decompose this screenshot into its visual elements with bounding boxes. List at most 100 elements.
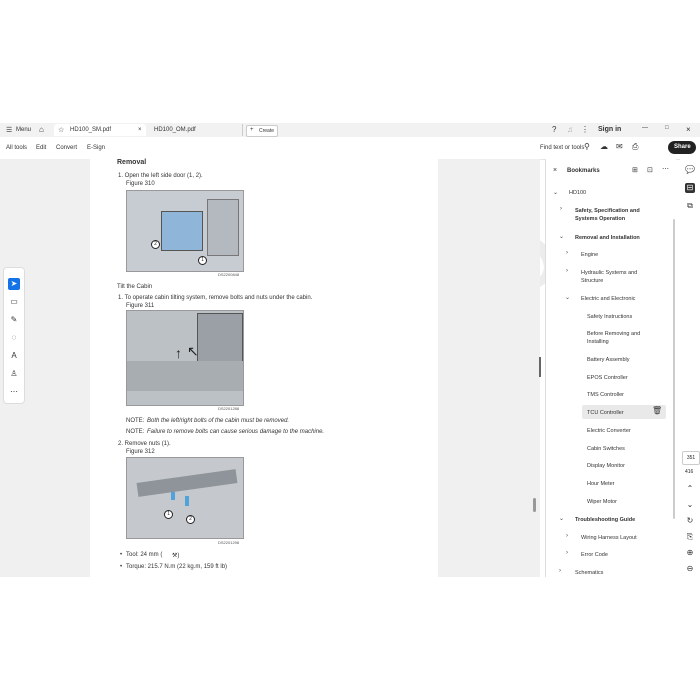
panel-resize-handle[interactable] xyxy=(539,357,541,377)
bell-icon[interactable]: ♫ xyxy=(567,125,573,134)
door-panel xyxy=(161,211,203,251)
print-icon[interactable]: ⎙ xyxy=(632,142,638,152)
bookmark-safety[interactable]: Safety, Specification and xyxy=(575,207,640,215)
stamp-icon[interactable]: ♙ xyxy=(8,368,20,380)
tab-bar: ☰ Menu ⌂ ☆ HD100_SM.pdf × HD100_OM.pdf +… xyxy=(0,123,700,137)
bookmark-electric[interactable]: Electric and Electronic xyxy=(581,295,635,303)
bookmark-add-icon[interactable]: ⊞ xyxy=(632,167,638,175)
chevron-up-icon[interactable]: ⌃ xyxy=(685,484,695,494)
hamburger-icon[interactable]: ☰ xyxy=(6,126,12,134)
bookmark-troubleshooting[interactable]: Troubleshooting Guide xyxy=(575,516,635,524)
bookmark-hydraulic-line2: Structure xyxy=(581,278,604,284)
zoom-out-icon[interactable]: ⊖ xyxy=(685,564,695,574)
chevron-right-icon[interactable]: › xyxy=(559,568,561,574)
arrow-up-icon: ↑ xyxy=(175,345,182,361)
rotate-icon[interactable]: ↻ xyxy=(685,516,695,526)
section-title: Removal xyxy=(117,159,147,166)
help-icon[interactable]: ? xyxy=(552,125,556,134)
share-button[interactable]: Share xyxy=(668,141,696,154)
figure-310-image: 2 1 xyxy=(126,190,244,272)
close-panel-icon[interactable]: × xyxy=(553,167,557,175)
create-label: Create xyxy=(259,128,275,134)
bookmarks-title: Bookmarks xyxy=(567,168,600,174)
apps-icon[interactable]: ⋮ xyxy=(581,125,589,134)
chevron-right-icon[interactable]: › xyxy=(566,550,568,556)
tab-label: HD100_OM.pdf xyxy=(154,127,196,133)
bookmark-root[interactable]: HD100 xyxy=(569,189,586,197)
maximize-icon[interactable]: □ xyxy=(665,125,669,131)
bookmark-item[interactable]: Cabin Switches xyxy=(587,445,625,453)
comments-icon[interactable]: 💬 xyxy=(685,165,695,175)
chevron-down-icon[interactable]: ⌄ xyxy=(685,500,695,510)
bookmark-item[interactable]: Electric Converter xyxy=(587,427,631,435)
chevron-right-icon[interactable]: › xyxy=(566,250,568,256)
minimize-icon[interactable]: — xyxy=(642,125,648,131)
tab-hd100-sm[interactable]: ☆ HD100_SM.pdf × xyxy=(54,124,146,136)
page-number-input[interactable]: 351 xyxy=(682,451,700,465)
wrench-icon: ⚒) xyxy=(172,553,180,559)
bookmark-schematics[interactable]: Schematics xyxy=(575,569,603,577)
home-icon[interactable]: ⌂ xyxy=(39,125,44,134)
comment-icon[interactable]: ▭ xyxy=(8,296,20,308)
menu-label[interactable]: Menu xyxy=(16,127,31,133)
more-icon[interactable]: ⋯ xyxy=(8,386,20,398)
chevron-down-icon[interactable]: ⌄ xyxy=(553,189,558,196)
bookmark-icon[interactable]: ⊡ xyxy=(647,167,653,175)
star-icon[interactable]: ☆ xyxy=(58,126,64,134)
bookmark-item[interactable]: TMS Controller xyxy=(587,391,624,399)
bookmark-item[interactable]: Before Removing and xyxy=(587,330,640,338)
bullet-text: Torque: 215.7 N.m (22 kg.m, 159 ft lb) xyxy=(126,564,228,570)
bookmark-item[interactable]: Wiper Motor xyxy=(587,498,617,506)
lasso-icon[interactable]: ◌ xyxy=(8,332,20,344)
bookmark-removal[interactable]: Removal and Installation xyxy=(575,234,640,242)
bookmark-selected-row[interactable]: TCU Controller 🗑 xyxy=(582,405,666,419)
bookmark-hydraulic[interactable]: Hydraulic Systems and xyxy=(581,269,637,277)
search-icon[interactable]: ⚲ xyxy=(584,142,590,151)
mail-icon[interactable]: ✉ xyxy=(616,142,623,151)
chevron-down-icon[interactable]: ⌄ xyxy=(565,294,570,301)
select-cursor-icon[interactable]: ➤ xyxy=(8,278,20,290)
document-icon[interactable]: ⎘ xyxy=(685,532,695,542)
zoom-in-icon[interactable]: ⊕ xyxy=(685,548,695,558)
bookmark-engine[interactable]: Engine xyxy=(581,251,598,259)
more-options-icon[interactable]: ⋯ xyxy=(662,166,669,174)
menu-all-tools[interactable]: All tools xyxy=(6,145,27,151)
trash-icon[interactable]: 🗑 xyxy=(652,407,662,415)
bookmarks-scrollbar[interactable] xyxy=(673,219,675,519)
bookmark-wiring[interactable]: Wiring Harness Layout xyxy=(581,534,637,542)
plus-icon: + xyxy=(250,127,254,133)
pages-icon[interactable]: ⧉ xyxy=(685,201,695,211)
close-tab-icon[interactable]: × xyxy=(138,127,142,133)
document-page[interactable]: Removal 1. Open the left side door (1, 2… xyxy=(90,159,438,577)
chevron-right-icon[interactable]: › xyxy=(566,268,568,274)
menu-convert[interactable]: Convert xyxy=(56,145,77,151)
figure-312-image: 1 2 xyxy=(126,457,244,539)
bookmark-item-selected[interactable]: TCU Controller xyxy=(587,409,624,417)
bookmark-item[interactable]: Safety Instructions xyxy=(587,313,632,321)
doc-scrollbar-thumb[interactable] xyxy=(533,498,536,512)
tab-hd100-om[interactable]: HD100_OM.pdf xyxy=(150,124,243,136)
cloud-upload-icon[interactable]: ☁ xyxy=(600,142,608,151)
bookmark-item[interactable]: Battery Assembly xyxy=(587,356,630,364)
cabin-body xyxy=(197,313,243,363)
chevron-right-icon[interactable]: › xyxy=(560,206,562,212)
find-text-tools[interactable]: Find text or tools xyxy=(540,145,584,151)
figure-code: DS2201288 xyxy=(218,406,240,411)
bookmark-item[interactable]: EPOS Controller xyxy=(587,374,628,382)
bookmark-item[interactable]: Hour Meter xyxy=(587,480,615,488)
menu-esign[interactable]: E-Sign xyxy=(87,145,105,151)
chevron-right-icon[interactable]: › xyxy=(566,533,568,539)
close-window-icon[interactable]: × xyxy=(686,125,691,134)
sign-in-button[interactable]: Sign in xyxy=(598,126,621,133)
create-button[interactable]: + Create xyxy=(246,125,278,137)
text-box-icon[interactable]: A xyxy=(8,350,20,362)
figure-code: DS2201298 xyxy=(218,540,240,545)
chevron-down-icon[interactable]: ⌄ xyxy=(559,515,564,522)
bookmark-error-code[interactable]: Error Code xyxy=(581,551,608,559)
bookmarks-toggle-icon[interactable]: ⊟ xyxy=(685,183,695,193)
menu-edit[interactable]: Edit xyxy=(36,145,46,151)
pen-icon[interactable]: ✎ xyxy=(8,314,20,326)
chevron-down-icon[interactable]: ⌄ xyxy=(559,233,564,240)
bookmark-item[interactable]: Display Monitor xyxy=(587,462,625,470)
bolt xyxy=(185,496,189,506)
